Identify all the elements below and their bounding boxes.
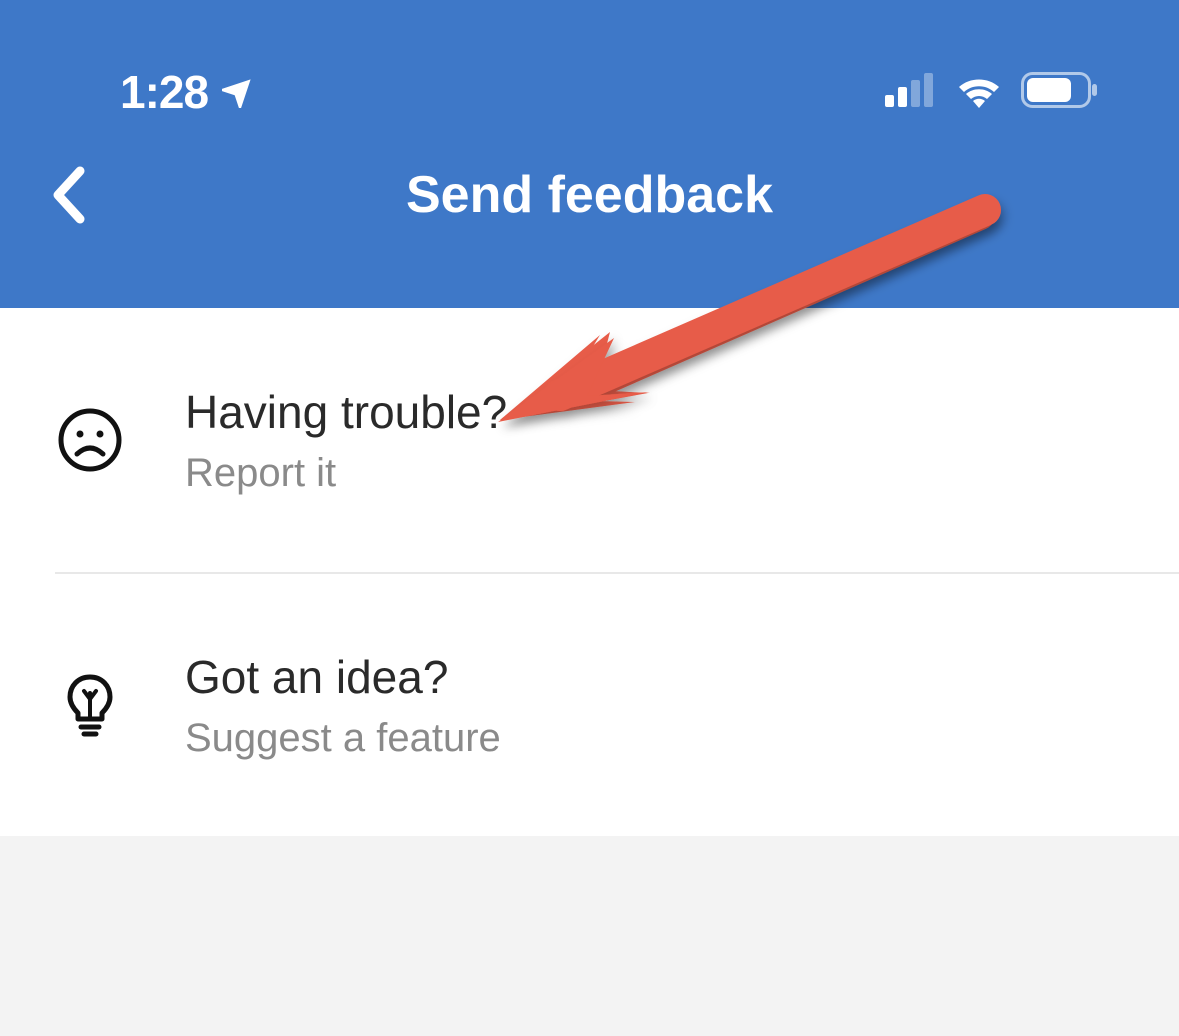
nav-bar: Send feedback — [0, 120, 1179, 270]
status-right — [885, 72, 1099, 113]
status-left: 1:28 — [120, 65, 258, 119]
suggest-feature-text: Got an idea? Suggest a feature — [185, 650, 501, 761]
app-header: 1:28 — [0, 0, 1179, 308]
report-trouble-title: Having trouble? — [185, 385, 507, 439]
back-button[interactable] — [38, 165, 98, 225]
report-trouble-subtitle: Report it — [185, 451, 507, 496]
report-trouble-item[interactable]: Having trouble? Report it — [0, 308, 1179, 572]
sad-face-icon — [55, 408, 125, 472]
suggest-feature-subtitle: Suggest a feature — [185, 716, 501, 761]
footer-gap — [0, 836, 1179, 1036]
report-trouble-text: Having trouble? Report it — [185, 385, 507, 496]
chevron-left-icon — [50, 165, 86, 225]
suggest-feature-title: Got an idea? — [185, 650, 501, 704]
location-icon — [222, 72, 258, 113]
cellular-signal-icon — [885, 73, 937, 112]
wifi-icon — [955, 72, 1003, 113]
lightbulb-icon — [55, 673, 125, 737]
battery-icon — [1021, 72, 1099, 113]
suggest-feature-item[interactable]: Got an idea? Suggest a feature — [55, 572, 1179, 836]
feedback-options: Having trouble? Report it Got an idea? S… — [0, 308, 1179, 836]
page-title: Send feedback — [406, 165, 773, 225]
status-bar: 1:28 — [0, 0, 1179, 120]
status-time: 1:28 — [120, 65, 208, 119]
